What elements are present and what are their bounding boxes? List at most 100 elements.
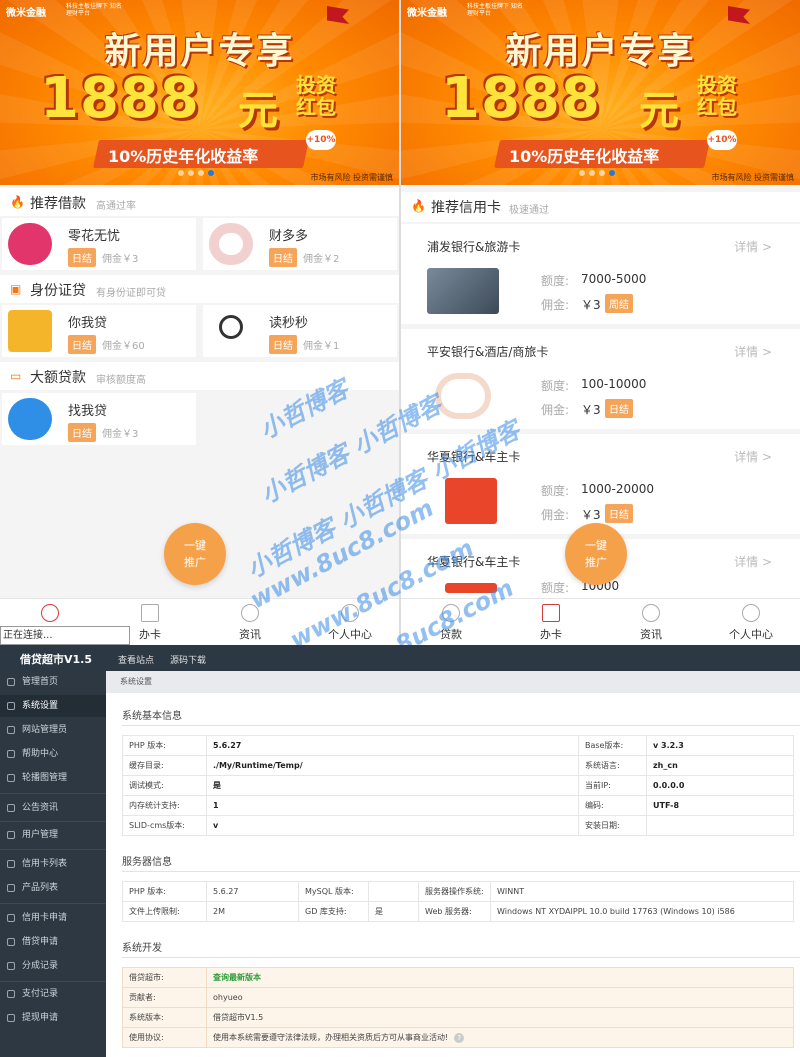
carousel-dot[interactable]: [178, 170, 184, 176]
check-update-link[interactable]: 查询最新版本: [206, 967, 794, 988]
sidebar-item-home[interactable]: 管理首页: [0, 671, 106, 693]
section-subtitle: 高通过率: [96, 201, 136, 212]
settle-tag: 日结: [68, 335, 96, 354]
section-title: 大额贷款: [30, 370, 86, 386]
user-icon: [7, 726, 15, 734]
sidebar-label: 支付记录: [22, 989, 59, 999]
user-icon: [7, 831, 15, 839]
tab-label: 资讯: [239, 628, 261, 641]
basic-info-table: PHP 版本: 5.6.27 Base版本: v 3.2.3 缓存目录: ./My/Ru…: [122, 735, 794, 836]
sidebar-item-products[interactable]: 产品列表: [0, 877, 106, 899]
dev-info-title: 系统开发: [122, 943, 162, 954]
settle-tag: 日结: [269, 335, 297, 354]
sidebar-label: 信用卡列表: [22, 859, 68, 869]
loan-card[interactable]: 零花无忧 日结 佣金￥3: [2, 218, 196, 270]
tab-profile[interactable]: 个人中心: [701, 599, 800, 645]
server-info-table: PHP 版本: 5.6.27 MySQL 版本: 服务器操作系统: WINNT 文件上传…: [122, 881, 794, 922]
fee-label: 佣金:: [541, 403, 570, 417]
credit-card-item[interactable]: 平安银行&酒店/商旅卡 详情 > 额度: 100-10000 佣金: ￥3 日结: [401, 329, 800, 429]
section-title: 推荐信用卡: [431, 200, 501, 216]
sidebar-divider: [0, 903, 106, 904]
section-large-loans: ▭ 大额贷款 审核额度高: [0, 362, 399, 390]
tab-cards[interactable]: 办卡: [501, 599, 601, 645]
pingan-logo-image: [435, 373, 491, 419]
cell-value: v 3.2.3: [646, 735, 794, 756]
carousel-dot-active[interactable]: [208, 170, 214, 176]
sidebar-item-help[interactable]: 帮助中心: [0, 743, 106, 765]
loan-fee: 佣金￥1: [303, 341, 340, 352]
carousel-dot-active[interactable]: [609, 170, 615, 176]
cell-value: [368, 881, 419, 902]
admin-brand[interactable]: 借贷超市V1.5: [20, 651, 92, 667]
view-site-link[interactable]: 查看站点: [118, 653, 154, 666]
sidebar-divider: [0, 981, 106, 982]
cell-label: 借贷超市:: [122, 967, 207, 988]
sidebar-label: 信用卡申请: [22, 913, 68, 923]
loan-fee: 佣金￥3: [102, 429, 139, 440]
banner-amount-tag: 投资红包: [697, 73, 737, 119]
carousel-dot[interactable]: [589, 170, 595, 176]
sidebar-item-settings[interactable]: 系统设置: [0, 695, 106, 717]
section-title: 推荐借款: [30, 196, 86, 212]
share-icon: [7, 962, 15, 970]
card-name: 华夏银行&车主卡: [427, 555, 521, 569]
sidebar-divider: [0, 793, 106, 794]
settle-tag: 日结: [68, 423, 96, 442]
credit-card-item[interactable]: 华夏银行&车主卡 详情 > 额度: 1000-20000 佣金: ￥3 日结: [401, 434, 800, 534]
tab-news[interactable]: 资讯: [200, 599, 300, 645]
carousel-dot[interactable]: [579, 170, 585, 176]
loan-fee: 佣金￥3: [102, 254, 139, 265]
table-row: 内存统计支持: 1 编码: UTF-8: [122, 795, 794, 816]
one-click-promote-button[interactable]: 一键 推广: [164, 523, 226, 585]
credit-card-item[interactable]: 浦发银行&旅游卡 详情 > 额度: 7000-5000 佣金: ￥3 周结: [401, 224, 800, 324]
tab-profile[interactable]: 个人中心: [300, 599, 399, 645]
document-icon: [7, 804, 15, 812]
settle-tag: 日结: [605, 399, 633, 418]
tab-label: 个人中心: [328, 628, 372, 641]
sidebar-item-loan-applications[interactable]: 借贷申请: [0, 931, 106, 953]
cell-value: 5.6.27: [206, 735, 579, 756]
carousel-dot[interactable]: [599, 170, 605, 176]
loan-name: 零花无忧: [68, 229, 121, 244]
bottom-tabbar: 贷款 办卡 资讯 个人中心: [401, 598, 800, 645]
fee-label: 佣金:: [541, 298, 570, 312]
sidebar-item-commission[interactable]: 分成记录: [0, 955, 106, 977]
tab-news[interactable]: 资讯: [601, 599, 701, 645]
banner-amount-unit: 元: [238, 88, 278, 134]
carousel-dot[interactable]: [188, 170, 194, 176]
cell-label: PHP 版本:: [122, 881, 207, 902]
section-subtitle: 审核额度高: [96, 375, 146, 386]
one-click-promote-button[interactable]: 一键 推广: [565, 523, 627, 585]
tab-loans[interactable]: 贷款: [401, 599, 501, 645]
sidebar-item-cards[interactable]: 信用卡列表: [0, 853, 106, 875]
carousel-dots[interactable]: [178, 165, 218, 179]
carousel-dot[interactable]: [198, 170, 204, 176]
loan-card[interactable]: 你我贷 日结 佣金￥60: [2, 305, 196, 357]
sidebar-item-admins[interactable]: 网站管理员: [0, 719, 106, 741]
promo-banner[interactable]: 微米金融 科技主板挂牌下 知名理财平台 新用户专享 1888 元 投资红包 10…: [401, 0, 800, 185]
connection-status: 正在连接...: [0, 626, 130, 645]
dev-info-table: 借贷超市: 查询最新版本 贡献者: ohyueo 系统版本: 借贷超市V1.5 使用协…: [122, 967, 794, 1048]
help-icon[interactable]: ?: [454, 1033, 465, 1043]
promo-banner[interactable]: 微米金融 科技主板挂牌下 知名理财平台 新用户专享 1888 元 投资红包 10…: [0, 0, 399, 185]
sidebar-item-users[interactable]: 用户管理: [0, 824, 106, 846]
loan-card[interactable]: 找我贷 日结 佣金￥3: [2, 393, 196, 445]
detail-link[interactable]: 详情 >: [734, 553, 772, 570]
sidebar-item-news[interactable]: 公告资讯: [0, 797, 106, 819]
sidebar-item-payments[interactable]: 支付记录: [0, 983, 106, 1005]
source-download-link[interactable]: 源码下载: [170, 653, 206, 666]
detail-link[interactable]: 详情 >: [734, 343, 772, 360]
loan-card[interactable]: 读秒秒 日结 佣金￥1: [203, 305, 397, 357]
fee-value: ￥3: [581, 508, 601, 522]
fab-line1: 一键: [184, 539, 206, 552]
sidebar-item-withdrawals[interactable]: 提现申请: [0, 1007, 106, 1029]
sidebar-item-carousel[interactable]: 轮播图管理: [0, 767, 106, 789]
banner-logo: 微米金融: [6, 8, 46, 19]
cell-value: ./My/Runtime/Temp/: [206, 755, 579, 776]
carousel-dots[interactable]: [579, 165, 619, 179]
sidebar-item-card-applications[interactable]: 信用卡申请: [0, 907, 106, 929]
loan-card[interactable]: 财多多 日结 佣金￥2: [203, 218, 397, 270]
detail-link[interactable]: 详情 >: [734, 448, 772, 465]
money-bag-icon: [442, 604, 460, 622]
detail-link[interactable]: 详情 >: [734, 238, 772, 255]
